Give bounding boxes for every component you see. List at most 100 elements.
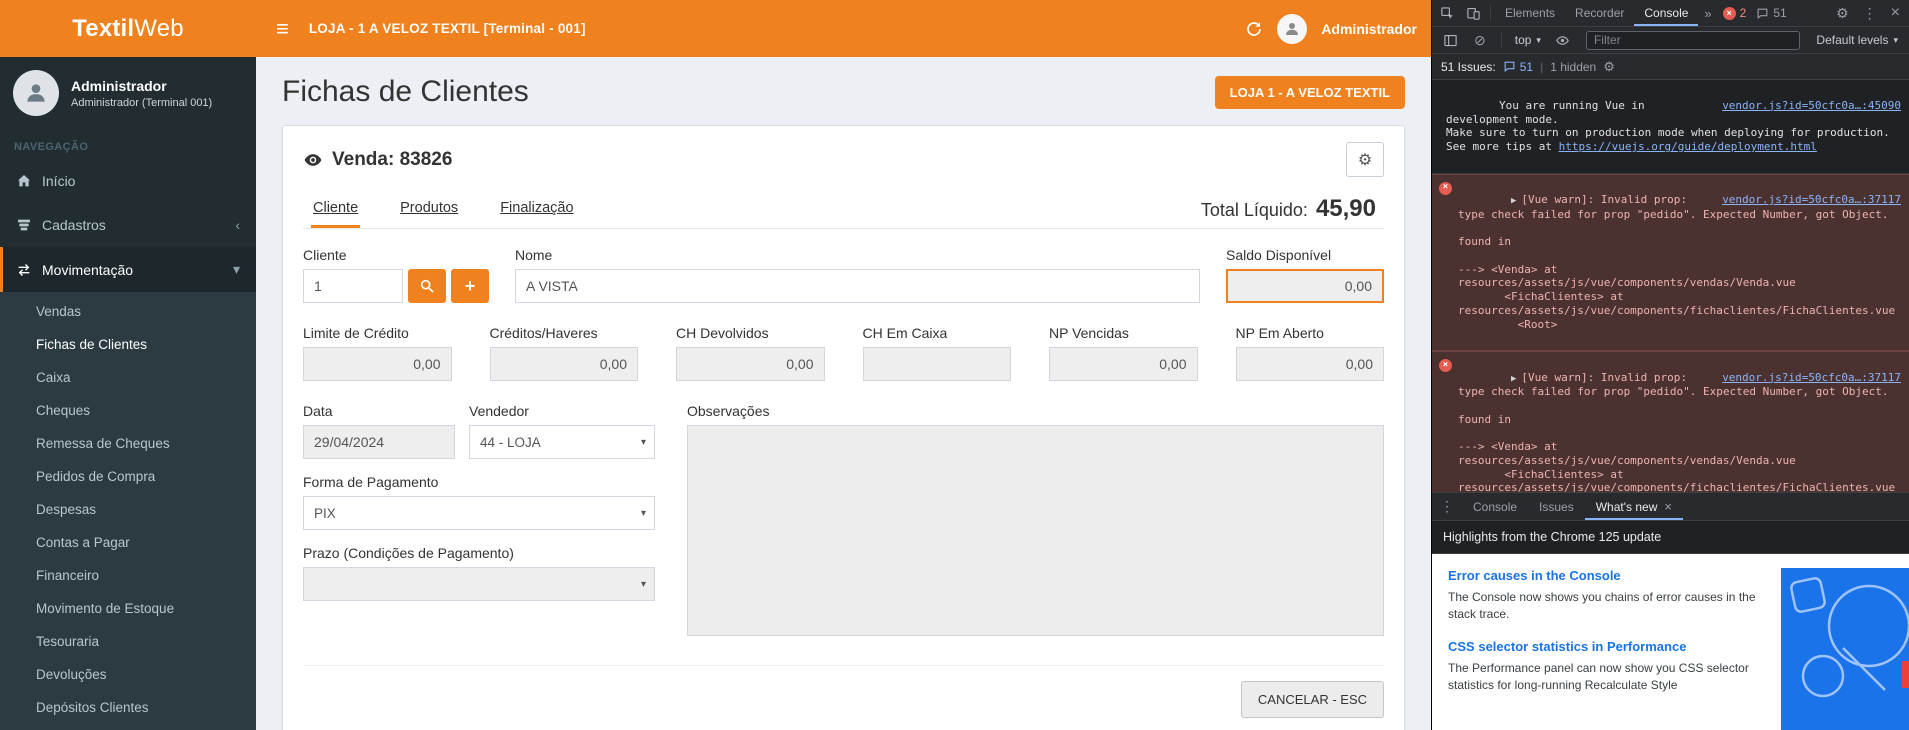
issues-count-link[interactable]: 51	[1503, 60, 1533, 74]
refresh-icon[interactable]	[1245, 20, 1263, 38]
sidebar-subitem-cheques[interactable]: Cheques	[0, 394, 256, 427]
sidebar-subitem-remessa-de-cheques[interactable]: Remessa de Cheques	[0, 427, 256, 460]
card-settings-gear-icon[interactable]: ⚙	[1346, 142, 1384, 177]
whats-new-panel: Error causes in the Console The Console …	[1432, 554, 1909, 730]
sidebar-subitem-despesas[interactable]: Despesas	[0, 493, 256, 526]
clear-console-icon[interactable]: ⊘	[1467, 32, 1493, 49]
tab-produtos[interactable]: Produtos	[398, 189, 460, 228]
more-tabs-icon[interactable]: »	[1698, 6, 1717, 21]
issues-label: 51 Issues:	[1441, 60, 1496, 74]
chevron-down-icon: ▾	[233, 261, 240, 278]
context-selector[interactable]: top ▾	[1510, 33, 1546, 47]
data-input[interactable]	[303, 425, 455, 459]
sidebar-subitem-vendas[interactable]: Vendas	[0, 295, 256, 328]
log-levels-dropdown[interactable]: Default levels ▾	[1810, 33, 1904, 47]
sidebar-menu: Início Cadastros ‹ Movimentação ▾	[0, 159, 256, 292]
limite-credito-input[interactable]	[303, 347, 452, 381]
expand-triangle-icon[interactable]: ▶	[1511, 374, 1516, 384]
sidebar-item-cadastros[interactable]: Cadastros ‹	[0, 203, 256, 247]
sidebar-submenu: Vendas Fichas de Clientes Caixa Cheques …	[0, 292, 256, 730]
drawer-kebab-menu-icon[interactable]: ⋮	[1432, 498, 1462, 515]
topbar-username[interactable]: Administrador	[1321, 21, 1417, 37]
devtools-settings-gear-icon[interactable]: ⚙	[1829, 5, 1856, 22]
whats-new-item-body: The Performance panel can now show you C…	[1448, 660, 1784, 695]
close-tab-icon[interactable]: ×	[1664, 499, 1672, 514]
ch-devolvidos-label: CH Devolvidos	[676, 325, 825, 341]
chevron-left-icon: ‹	[235, 217, 240, 233]
drawer-tab-whats-new-label: What's new	[1596, 500, 1658, 514]
devtools-tab-elements[interactable]: Elements	[1495, 0, 1565, 26]
prazo-select[interactable]: ▾	[303, 567, 655, 601]
console-source-link[interactable]: vendor.js?id=50cfc0a…:45090	[1722, 99, 1901, 113]
devtools-close-icon[interactable]: ×	[1884, 4, 1907, 22]
expand-triangle-icon[interactable]: ▶	[1511, 196, 1516, 206]
console-source-link[interactable]: vendor.js?id=50cfc0a…:37117	[1722, 193, 1901, 207]
nome-input[interactable]	[515, 269, 1200, 303]
message-count-badge[interactable]: 51	[1756, 6, 1786, 20]
hamburger-icon[interactable]: ≡	[270, 16, 295, 42]
live-expression-eye-icon[interactable]	[1550, 27, 1576, 53]
data-field-group: Data	[303, 403, 455, 459]
log-levels-value: Default levels	[1816, 33, 1888, 47]
np-vencidas-input[interactable]	[1049, 347, 1198, 381]
whats-new-item-title[interactable]: Error causes in the Console	[1448, 568, 1784, 583]
store-button[interactable]: LOJA 1 - A VELOZ TEXTIL	[1215, 76, 1405, 109]
card-header: Venda: 83826 ⚙	[303, 142, 1384, 177]
devtools-tab-recorder[interactable]: Recorder	[1565, 0, 1634, 26]
ch-em-caixa-input[interactable]	[863, 347, 1012, 381]
console-inline-link[interactable]: https://vuejs.org/guide/deployment.html	[1559, 140, 1817, 153]
venda-title: Venda: 83826	[332, 149, 452, 171]
sidebar-user-name: Administrador	[71, 78, 212, 94]
issues-bar: 51 Issues: 51 | 1 hidden ⚙	[1432, 54, 1909, 80]
creditos-haveres-input[interactable]	[490, 347, 639, 381]
message-count: 51	[1773, 6, 1786, 20]
sidebar-subitem-financeiro[interactable]: Financeiro	[0, 559, 256, 592]
tab-finalizacao[interactable]: Finalização	[498, 189, 575, 228]
sidebar-subitem-movimento-de-estoque[interactable]: Movimento de Estoque	[0, 592, 256, 625]
search-client-button[interactable]	[408, 269, 446, 303]
whats-new-item-title[interactable]: CSS selector statistics in Performance	[1448, 639, 1784, 654]
eye-icon	[303, 150, 323, 170]
creditos-haveres-label: Créditos/Haveres	[490, 325, 639, 341]
devtools-kebab-menu-icon[interactable]: ⋮	[1856, 5, 1884, 22]
cancel-button[interactable]: CANCELAR - ESC	[1241, 681, 1384, 718]
saldo-input[interactable]	[1226, 269, 1384, 303]
issues-settings-gear-icon[interactable]: ⚙	[1603, 59, 1615, 75]
cliente-field-group: Cliente +	[303, 247, 489, 303]
sidebar-subitem-contas-a-pagar[interactable]: Contas a Pagar	[0, 526, 256, 559]
total-liquido-label: Total Líquido:	[1201, 200, 1308, 221]
sidebar-subitem-depositos-clientes[interactable]: Depósitos Clientes	[0, 691, 256, 724]
topbar-avatar[interactable]	[1277, 14, 1307, 44]
whats-new-item: CSS selector statistics in Performance T…	[1448, 639, 1784, 695]
error-count-badge[interactable]: × 2	[1723, 6, 1747, 20]
observacoes-textarea[interactable]	[687, 425, 1384, 636]
sidebar-subitem-pedidos-de-compra[interactable]: Pedidos de Compra	[0, 460, 256, 493]
sidebar-item-inicio[interactable]: Início	[0, 159, 256, 203]
np-em-aberto-input[interactable]	[1236, 347, 1385, 381]
devtools-tab-console[interactable]: Console	[1634, 0, 1698, 26]
tab-cliente[interactable]: Cliente	[311, 189, 360, 228]
forma-pagamento-select[interactable]: PIX ▾	[303, 496, 655, 530]
limite-credito-label: Limite de Crédito	[303, 325, 452, 341]
console-filter-input[interactable]	[1586, 31, 1800, 50]
console-source-link[interactable]: vendor.js?id=50cfc0a…:37117	[1722, 371, 1901, 385]
cliente-input[interactable]	[303, 269, 403, 303]
sidebar-subitem-fichas-de-clientes[interactable]: Fichas de Clientes	[0, 328, 256, 361]
app-logo[interactable]: TextilWeb	[0, 0, 256, 57]
drawer-tab-whats-new[interactable]: What's new ×	[1585, 493, 1683, 520]
np-vencidas-label: NP Vencidas	[1049, 325, 1198, 341]
device-toolbar-icon[interactable]	[1460, 0, 1486, 26]
sidebar-subitem-tesouraria[interactable]: Tesouraria	[0, 625, 256, 658]
vendedor-select[interactable]: 44 - LOJA ▾	[469, 425, 655, 459]
logo-text-bold: Textil	[72, 15, 134, 43]
inspect-element-icon[interactable]	[1434, 0, 1460, 26]
sidebar-item-movimentacao[interactable]: Movimentação ▾	[0, 247, 256, 292]
drawer-tab-console[interactable]: Console	[1462, 493, 1528, 520]
drawer-tab-issues[interactable]: Issues	[1528, 493, 1585, 520]
sidebar-subitem-devolucoes[interactable]: Devoluções	[0, 658, 256, 691]
ch-devolvidos-input[interactable]	[676, 347, 825, 381]
ch-devolvidos-field-group: CH Devolvidos	[676, 325, 825, 381]
console-sidebar-icon[interactable]	[1437, 27, 1463, 53]
sidebar-subitem-caixa[interactable]: Caixa	[0, 361, 256, 394]
add-client-button[interactable]: +	[451, 269, 489, 303]
